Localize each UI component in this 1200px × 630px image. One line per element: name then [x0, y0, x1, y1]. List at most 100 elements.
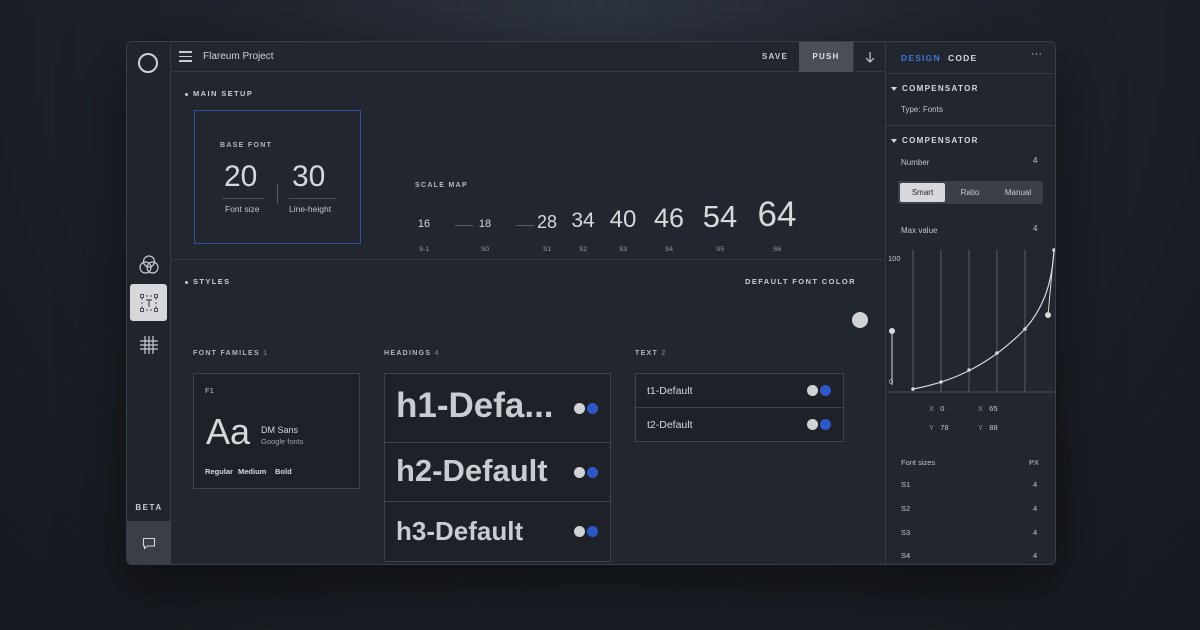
text-row-t2[interactable]: t2-Default	[636, 408, 843, 442]
font-family-source: Google fonts	[261, 437, 304, 446]
scale-item-s1[interactable]: 28 S1	[527, 212, 567, 253]
font-families-label: FONT FAMILES 1	[193, 350, 269, 357]
menu-icon[interactable]	[179, 51, 192, 62]
weight-medium: Medium	[238, 467, 267, 476]
text-t2-label: t2-Default	[647, 419, 693, 431]
headings-label: HEADINGS 4	[384, 350, 440, 357]
scale-value: 28	[536, 212, 558, 232]
project-title: Flareum Project	[203, 51, 274, 62]
headings-card: h1-Defa... h2-Default h3-Default	[384, 373, 611, 562]
weight-bold: Bold	[275, 467, 292, 476]
scale-map-label: SCALE MAP	[415, 182, 468, 189]
arrow-down-icon	[865, 52, 874, 63]
scale-item-s2[interactable]: 34 S2	[563, 209, 603, 253]
scale-value: 16	[417, 218, 431, 230]
x2-field[interactable]: X 65	[978, 404, 998, 413]
top-bar: Flareum Project SAVE PUSH	[171, 42, 885, 72]
x1-field[interactable]: X 0	[929, 404, 944, 413]
font-sample: Aa	[206, 411, 251, 452]
font-size-row-value[interactable]: 4	[1033, 551, 1037, 560]
font-size-row-name: S4	[901, 551, 911, 560]
font-sizes-unit: PX	[1029, 458, 1040, 467]
font-family-name: DM Sans	[261, 425, 299, 435]
tab-design[interactable]: DESIGN	[901, 53, 941, 63]
font-size-row-value[interactable]: 4	[1033, 480, 1037, 489]
beta-label: BETA	[135, 503, 163, 512]
heading-row-h1[interactable]: h1-Defa...	[385, 374, 610, 443]
base-font-card[interactable]: BASE FONT 20 Font size 30 Line-height	[194, 110, 361, 244]
scale-item-s5[interactable]: 54 S5	[700, 199, 740, 253]
scale-key: S0	[481, 246, 489, 253]
weight-regular: Regular	[205, 467, 233, 476]
download-button[interactable]	[853, 42, 885, 72]
heading-row-h2[interactable]: h2-Default	[385, 443, 610, 502]
app-window: BETA Flareum Project SAVE PUSH MAIN SETU…	[126, 41, 1056, 565]
heading-row-h3[interactable]: h3-Default	[385, 502, 610, 561]
y1-field[interactable]: Y 78	[929, 423, 949, 432]
left-rail: BETA	[127, 42, 171, 564]
default-font-color-label: DEFAULT FONT COLOR	[745, 277, 856, 286]
text-tool-icon[interactable]	[130, 284, 167, 321]
max-value[interactable]: 4	[1033, 224, 1037, 233]
default-font-color-swatch[interactable]	[852, 312, 868, 328]
font-size-row-value[interactable]: 4	[1033, 528, 1037, 537]
color-dots[interactable]	[574, 526, 598, 537]
divider	[171, 259, 885, 260]
number-label: Number	[901, 158, 930, 167]
mode-smart[interactable]: Smart	[900, 183, 945, 202]
max-value-label: Max value	[901, 226, 938, 235]
color-dots[interactable]	[807, 385, 831, 396]
grid-icon[interactable]	[130, 326, 167, 363]
mode-ratio[interactable]: Ratio	[947, 183, 993, 202]
y2-field[interactable]: Y 88	[978, 423, 998, 432]
mode-segmented-control: Smart Ratio Manual	[898, 181, 1043, 204]
font-size-value[interactable]: 20	[224, 160, 257, 194]
scale-value: 40	[609, 206, 637, 233]
font-size-row-name: S3	[901, 528, 911, 537]
scale-value: 54	[702, 199, 738, 234]
scale-key: S1	[543, 246, 551, 253]
save-button[interactable]: SAVE	[751, 42, 799, 72]
scale-item-s3[interactable]: 40 S3	[603, 206, 643, 253]
color-dots[interactable]	[574, 467, 598, 478]
color-mix-icon[interactable]	[130, 246, 167, 283]
scale-item-s-1[interactable]: 16 S-1	[404, 218, 444, 253]
heading-h1-label: h1-Defa...	[396, 386, 554, 425]
text-row-t1[interactable]: t1-Default	[636, 374, 843, 408]
scale-connector	[516, 225, 534, 226]
compensator-curve[interactable]	[886, 247, 1056, 397]
font-size-label: Font size	[225, 204, 260, 214]
line-height-value[interactable]: 30	[292, 160, 325, 194]
more-icon[interactable]: ···	[1031, 48, 1042, 60]
scale-value: 64	[757, 195, 797, 234]
text-styles-label: TEXT 2	[635, 350, 667, 357]
scale-item-s4[interactable]: 46 S4	[649, 203, 689, 253]
mode-manual[interactable]: Manual	[995, 183, 1041, 202]
tab-code[interactable]: CODE	[948, 53, 977, 63]
scale-item-s6[interactable]: 64 S6	[757, 195, 797, 253]
font-size-row-value[interactable]: 4	[1033, 504, 1037, 513]
scale-key: S4	[665, 246, 673, 253]
font-sizes-label: Font sizes	[901, 458, 936, 467]
text-t1-label: t1-Default	[647, 385, 693, 397]
scale-key: S6	[773, 246, 781, 253]
scale-value: 34	[571, 209, 595, 232]
font-size-row-name: S2	[901, 504, 911, 513]
scale-key: S2	[579, 246, 587, 253]
number-value[interactable]: 4	[1033, 156, 1037, 165]
font-family-card[interactable]: F1 Aa DM Sans Google fonts Regular Mediu…	[193, 373, 360, 489]
push-button[interactable]: PUSH	[799, 42, 853, 72]
font-family-id: F1	[205, 386, 214, 395]
right-panel: DESIGN CODE ··· COMPENSATOR Type: Fonts …	[885, 42, 1056, 564]
logo-icon	[138, 53, 158, 73]
compensator-2-heading[interactable]: COMPENSATOR	[891, 136, 979, 145]
chat-button[interactable]	[127, 521, 171, 564]
color-dots[interactable]	[574, 403, 598, 414]
scale-key: S-1	[418, 246, 430, 253]
scale-item-s0[interactable]: 18 S0	[465, 218, 505, 253]
scale-value: 18	[478, 218, 492, 230]
styles-heading: STYLES	[185, 277, 231, 286]
main-area: MAIN SETUP BASE FONT 20 Font size 30 Lin…	[171, 72, 885, 564]
compensator-1-heading[interactable]: COMPENSATOR	[891, 84, 979, 93]
color-dots[interactable]	[807, 419, 831, 430]
